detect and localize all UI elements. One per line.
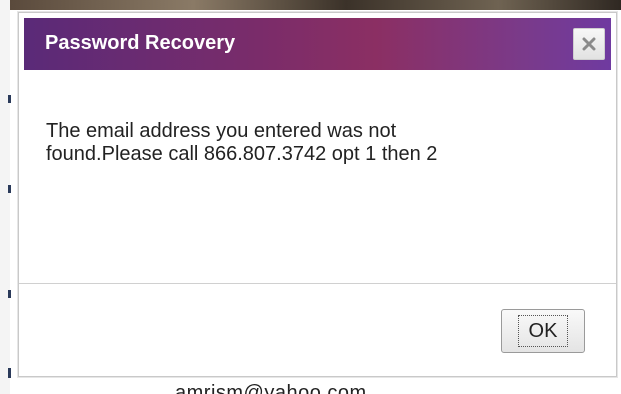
dialog-title-bar[interactable]: Password Recovery [24,18,611,70]
ok-button-label: OK [517,315,569,347]
dialog-message: The email address you entered was not fo… [46,120,438,165]
close-x-icon [582,37,596,51]
dialog-button-pane-divider [19,283,616,284]
ok-button[interactable]: OK [501,309,585,353]
background-fragment [8,95,11,103]
background-email-text: amrism@yahoo.com [175,382,367,394]
password-recovery-dialog: Password Recovery The email address you … [18,12,617,377]
dialog-title: Password Recovery [45,32,236,54]
background-fragment [8,290,11,298]
close-button[interactable] [573,28,605,60]
background-page-header [10,0,621,10]
background-page-edge [0,0,10,394]
background-fragment [8,185,11,193]
background-fragment [8,368,11,378]
